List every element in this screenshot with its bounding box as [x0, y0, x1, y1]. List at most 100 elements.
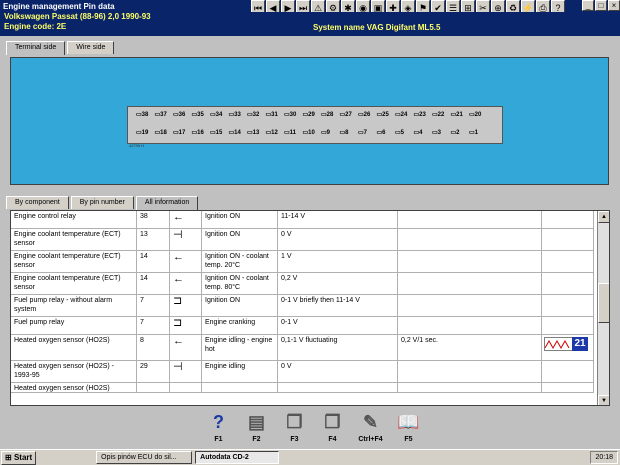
connector-pin: ▭23: [413, 112, 426, 118]
output-symbol-icon: ⊐: [170, 295, 202, 317]
component-cell: Fuel pump relay - without alarm system: [11, 295, 137, 317]
connector-pin: ▭5: [395, 130, 405, 136]
notes-icon: ✎: [362, 412, 379, 432]
vertical-scrollbar[interactable]: ▲ ▼: [597, 211, 609, 405]
waveform-cell: [542, 383, 594, 393]
top-pin-row: ▭38 ▭37 ▭36 ▭35 ▭34 ▭33 ▭32 ▭31 ▭30 ▭29 ▭28 ▭27 ▭26 ▭…: [136, 111, 488, 118]
pin-cell: 14: [137, 273, 170, 295]
view-tabs: Terminal side Wire side: [6, 41, 116, 55]
fkey-f1[interactable]: ? F1: [200, 408, 237, 448]
extra-cell: [398, 317, 542, 335]
output-symbol-icon: ⊐: [170, 317, 202, 335]
waveform-cell: [542, 317, 594, 335]
table-row[interactable]: Engine coolant temperature (ECT) sensor 1…: [11, 229, 594, 251]
condition-cell: Engine idling - engine hot: [202, 335, 278, 361]
engine-code: Engine code: 2E: [4, 22, 67, 31]
connector-pin: ▭30: [284, 112, 297, 118]
table-row[interactable]: Engine coolant temperature (ECT) sensor 1…: [11, 273, 594, 295]
waveform-cell: 21: [542, 335, 594, 361]
minimize-button[interactable]: _: [582, 0, 594, 11]
fkey-f5[interactable]: 📖 F5: [390, 408, 427, 448]
sensor-symbol-icon: ⊣: [170, 229, 202, 251]
scroll-up-button[interactable]: ▲: [598, 211, 609, 223]
connector-pin: ▭13: [247, 130, 260, 136]
table-row[interactable]: Heated oxygen sensor (HO2S): [11, 383, 594, 393]
function-key-bar: ? F1 ▤ F2 ❐ F3 ❐ F4 ✎ Ctrl+F4 📖 F5: [200, 408, 428, 448]
fkey-ctrl-f4[interactable]: ✎ Ctrl+F4: [352, 408, 389, 448]
close-button[interactable]: ×: [608, 0, 620, 11]
condition-cell: Ignition ON: [202, 211, 278, 229]
connector-pin: ▭16: [191, 130, 204, 136]
extra-cell: [398, 211, 542, 229]
connector-pin: ▭22: [432, 112, 445, 118]
table-row[interactable]: Heated oxygen sensor (HO2S) 8 ← Engine idli…: [11, 335, 594, 361]
connector-pin: ▭6: [376, 130, 386, 136]
condition-cell: [202, 383, 278, 393]
window-controls: _ □ ×: [581, 0, 620, 11]
fkey-label: F1: [214, 436, 223, 443]
pin-cell: 14: [137, 251, 170, 273]
system-tray: 20:18: [590, 451, 618, 464]
connector-pin: ▭10: [302, 130, 315, 136]
table-row[interactable]: Heated oxygen sensor (HO2S) - 1993-95 29 ⊣…: [11, 361, 594, 383]
copy-icon: ❐: [286, 412, 303, 432]
extra-cell: [398, 361, 542, 383]
help-icon: ?: [213, 412, 224, 432]
connector-pin: ▭11: [284, 130, 297, 136]
connector-pin: ▭27: [339, 112, 352, 118]
fkey-f3[interactable]: ❐ F3: [276, 408, 313, 448]
component-cell: Fuel pump relay: [11, 317, 137, 335]
waveform-cell: [542, 295, 594, 317]
connector-pin: ▭4: [413, 130, 423, 136]
condition-cell: Ignition ON: [202, 229, 278, 251]
waveform-number-badge[interactable]: 21: [572, 337, 588, 351]
printer-icon: ▤: [247, 412, 265, 432]
taskbar-item-active[interactable]: Autodata CD-2: [195, 451, 280, 464]
extra-cell: [398, 251, 542, 273]
value-cell: 0 V: [278, 229, 398, 251]
fkey-f2[interactable]: ▤ F2: [238, 408, 275, 448]
table-row[interactable]: Fuel pump relay 7 ⊐ Engine cranking 0-1 V: [11, 317, 594, 335]
tab-terminal-side[interactable]: Terminal side: [6, 41, 66, 55]
scroll-thumb[interactable]: [598, 283, 609, 323]
tab-all-information[interactable]: All information: [135, 196, 199, 210]
tab-by-component[interactable]: By component: [6, 196, 69, 209]
taskbar-item[interactable]: Opis pinów ECU do sil...: [96, 451, 193, 464]
connector-pin: ▭7: [358, 130, 368, 136]
clock: 20:18: [595, 454, 613, 461]
fkey-label: F5: [404, 436, 413, 443]
pin-cell: 7: [137, 295, 170, 317]
info-tabs: By component By pin number All informati…: [6, 196, 200, 210]
maximize-button[interactable]: □: [595, 0, 607, 11]
table-row[interactable]: Engine control relay 38 ← Ignition ON 11-14 …: [11, 211, 594, 229]
connector-pin: ▭21: [450, 112, 463, 118]
left-arrow-icon: ←: [170, 273, 202, 295]
table-row[interactable]: Engine coolant temperature (ECT) sensor 1…: [11, 251, 594, 273]
copy-icon: ❐: [324, 412, 341, 432]
component-cell: Heated oxygen sensor (HO2S): [11, 383, 137, 393]
connector-pin: ▭35: [191, 112, 204, 118]
tab-by-pin-number[interactable]: By pin number: [70, 196, 134, 209]
tab-wire-side[interactable]: Wire side: [67, 41, 115, 54]
pin-data-table: Engine control relay 38 ← Ignition ON 11-14 …: [10, 210, 610, 406]
condition-cell: Ignition ON: [202, 295, 278, 317]
waveform-cell: [542, 273, 594, 295]
value-cell: 0 V: [278, 361, 398, 383]
value-cell: 0,1-1 V fluctuating: [278, 335, 398, 361]
fkey-f4[interactable]: ❐ F4: [314, 408, 351, 448]
sensor-symbol-icon: ⊣: [170, 361, 202, 383]
scroll-down-button[interactable]: ▼: [598, 395, 609, 405]
vehicle-model: Volkswagen Passat (88-96) 2,0 1990-93: [4, 12, 151, 21]
component-cell: Engine control relay: [11, 211, 137, 229]
connector-pin: ▭34: [210, 112, 223, 118]
start-button[interactable]: ⊞ Start: [1, 450, 37, 465]
connector-pin: ▭26: [358, 112, 371, 118]
connector-pin: ▭19: [136, 130, 149, 136]
table-row[interactable]: Fuel pump relay - without alarm system 7 ⊐…: [11, 295, 594, 317]
connector-pin: ▭18: [154, 130, 167, 136]
value-cell: 1 V: [278, 251, 398, 273]
fkey-label: F3: [290, 436, 299, 443]
connector-pin: ▭20: [469, 112, 482, 118]
extra-cell: [398, 229, 542, 251]
fkey-label: Ctrl+F4: [358, 436, 383, 443]
